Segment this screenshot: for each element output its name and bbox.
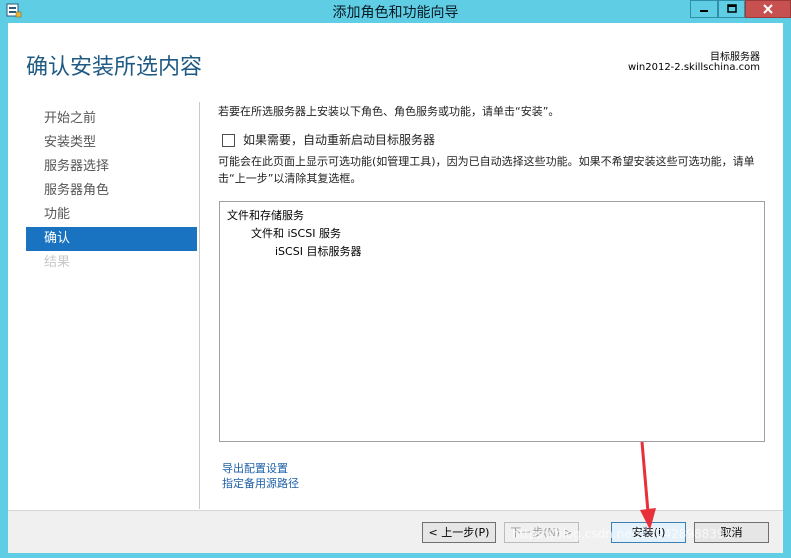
tree-item-iscsi-target: iSCSI 目标服务器 xyxy=(275,245,362,258)
export-config-link[interactable]: 导出配置设置 xyxy=(222,460,288,476)
minimize-button[interactable] xyxy=(690,0,718,18)
page-title: 确认安装所选内容 xyxy=(26,55,203,80)
nav-item-before-you-begin[interactable]: 开始之前 xyxy=(26,107,197,131)
nav-item-results: 结果 xyxy=(44,255,71,270)
window-title: 添加角色和功能向导 xyxy=(332,5,459,21)
selection-list[interactable]: 文件和存储服务 文件和 iSCSI 服务 iSCSI 目标服务器 xyxy=(219,201,765,442)
tree-item-file-storage: 文件和存储服务 xyxy=(227,209,304,222)
tree-item-file-iscsi: 文件和 iSCSI 服务 xyxy=(251,227,341,240)
nav-item-server-roles[interactable]: 服务器角色 xyxy=(26,179,197,203)
maximize-button[interactable] xyxy=(718,0,745,18)
optional-features-note: 可能会在此页面上显示可选功能(如管理工具)，因为已自动选择这些功能。如果不希望安… xyxy=(218,155,755,185)
previous-button[interactable]: < 上一步(P) xyxy=(422,522,496,543)
close-icon xyxy=(746,1,790,17)
intro-text: 若要在所选服务器上安装以下角色、角色服务或功能，请单击“安装”。 xyxy=(218,105,560,118)
restart-checkbox-label[interactable]: 如果需要，自动重新启动目标服务器 xyxy=(243,131,435,148)
nav-item-confirmation[interactable]: 确认 xyxy=(26,227,197,251)
minimize-icon xyxy=(691,1,717,17)
nav-item-installation-type[interactable]: 安装类型 xyxy=(26,131,197,155)
watermark: https://blog.csdn.net/.../2428988391 xyxy=(512,527,733,541)
nav-item-server-selection[interactable]: 服务器选择 xyxy=(26,155,197,179)
wizard-nav: 开始之前 安装类型 服务器选择 服务器角色 功能 确认 结果 xyxy=(26,107,197,275)
nav-divider xyxy=(199,102,200,509)
close-button[interactable] xyxy=(745,0,791,18)
annotation-arrow-icon xyxy=(620,440,660,539)
title-bar: 添加角色和功能向导 xyxy=(0,0,791,22)
alternate-source-link[interactable]: 指定备用源路径 xyxy=(222,475,299,491)
nav-item-features[interactable]: 功能 xyxy=(26,203,197,227)
restart-checkbox[interactable] xyxy=(222,134,235,147)
target-server-label: 目标服务器 xyxy=(710,52,760,63)
maximize-icon xyxy=(719,1,744,17)
target-server-value: win2012-2.skillschina.com xyxy=(627,62,760,73)
wizard-content: 确认安装所选内容 目标服务器 win2012-2.skillschina.com… xyxy=(8,23,783,553)
